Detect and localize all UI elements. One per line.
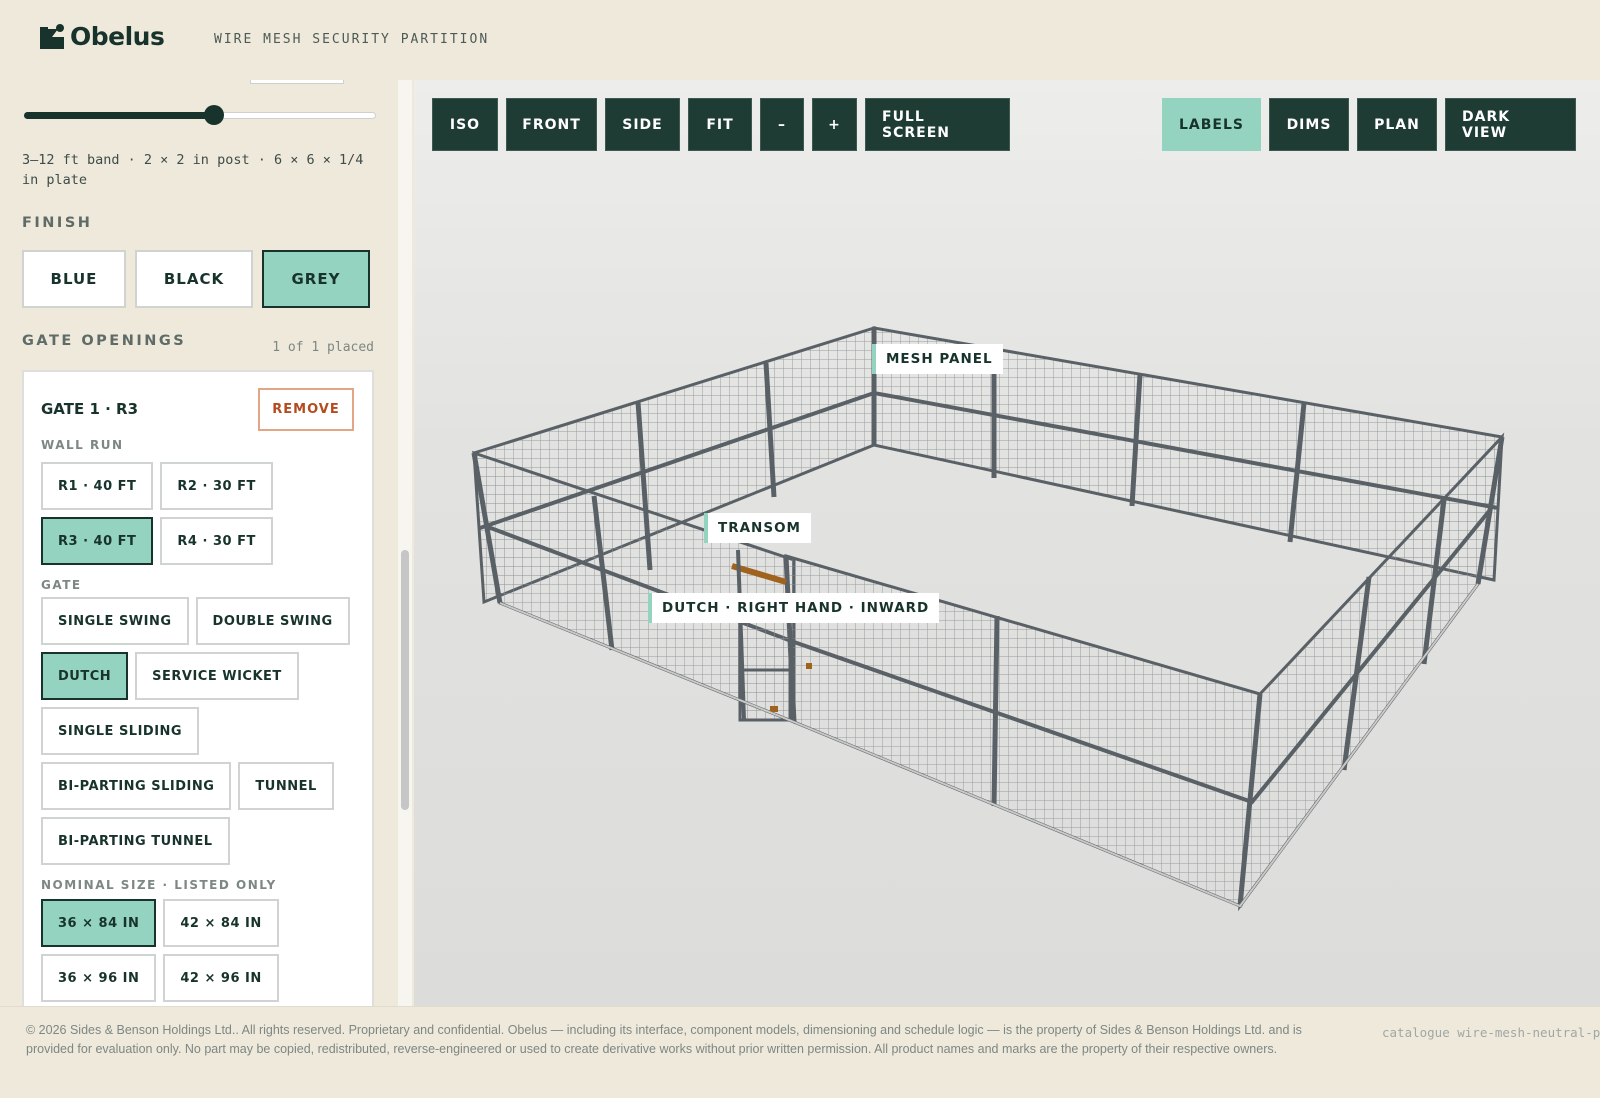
size-42x84-button[interactable]: 42 × 84 IN [163, 899, 279, 947]
gate-service-wicket-button[interactable]: SERVICE WICKET [135, 652, 299, 700]
gate-dutch-button[interactable]: DUTCH [41, 652, 129, 700]
wall-run-row-2: R3 · 40 FT R4 · 30 FT [41, 517, 273, 565]
gate-tunnel-button[interactable]: TUNNEL [238, 762, 334, 810]
sidebar-scrollbar-track[interactable] [398, 80, 412, 1006]
gate-double-swing-button[interactable]: DOUBLE SWING [195, 597, 350, 645]
gate-type-row-4: BI-PARTING SLIDING TUNNEL [41, 762, 334, 810]
gate-card: GATE 1 · R3 REMOVE WALL RUN R1 · 40 FT R… [22, 370, 374, 1006]
plan-toggle[interactable]: PLAN [1357, 98, 1437, 151]
size-36x84-button[interactable]: 36 × 84 IN [41, 899, 157, 947]
size-row-2: 36 × 96 IN 42 × 96 IN [41, 954, 279, 1002]
finish-black-button[interactable]: BLACK [135, 250, 253, 308]
full-screen-button[interactable]: FULL SCREEN [865, 98, 1010, 151]
wall-run-r3-button[interactable]: R3 · 40 FT [41, 517, 154, 565]
gate-type-label: GATE [41, 578, 82, 592]
view-toolbar-left: ISO FRONT SIDE FIT – + FULL SCREEN [432, 98, 1010, 151]
size-row-1: 36 × 84 IN 42 × 84 IN [41, 899, 279, 947]
finish-title: FINISH [22, 215, 93, 231]
footer: © 2026 Sides & Benson Holdings Ltd.. All… [0, 1006, 1600, 1098]
front-view-button[interactable]: FRONT [506, 98, 597, 151]
zoom-out-button[interactable]: – [760, 98, 804, 151]
gate-openings-title: GATE OPENINGS [22, 333, 187, 349]
gate-title: GATE 1 · R3 [41, 400, 139, 418]
wall-run-r1-button[interactable]: R1 · 40 FT [41, 462, 154, 510]
3d-viewport[interactable]: MESH PANEL TRANSOM DUTCH · RIGHT HAND · … [414, 80, 1600, 1006]
transom-label[interactable]: TRANSOM [704, 513, 811, 543]
remove-gate-button[interactable]: REMOVE [258, 388, 354, 431]
size-36x96-button[interactable]: 36 × 96 IN [41, 954, 157, 1002]
wall-run-r2-button[interactable]: R2 · 30 FT [160, 462, 273, 510]
iso-view-button[interactable]: ISO [432, 98, 498, 151]
size-42x96-button[interactable]: 42 × 96 IN [163, 954, 279, 1002]
partition-3d-model[interactable] [414, 80, 1600, 1006]
dark-view-toggle[interactable]: DARK VIEW [1445, 98, 1576, 151]
view-toolbar-right: LABELS DIMS PLAN DARK VIEW [1162, 98, 1576, 151]
gate-type-row-2: DUTCH SERVICE WICKET [41, 652, 299, 700]
mesh-panel-label[interactable]: MESH PANEL [872, 344, 1003, 374]
zoom-in-button[interactable]: + [812, 98, 857, 151]
app-header: Obelus WIRE MESH SECURITY PARTITION [0, 0, 1600, 80]
input-stub[interactable] [250, 80, 344, 84]
finish-options: BLUE BLACK GREY [22, 250, 370, 308]
product-subtitle: WIRE MESH SECURITY PARTITION [214, 32, 490, 47]
gate-type-row-3: SINGLE SLIDING [41, 707, 200, 755]
configuration-sidebar: 3–12 ft band · 2 × 2 in post · 6 × 6 × 1… [0, 80, 398, 1006]
nominal-size-label: NOMINAL SIZE · LISTED ONLY [41, 878, 277, 892]
wall-run-label: WALL RUN [41, 438, 124, 452]
logo[interactable]: Obelus [38, 22, 165, 51]
side-view-button[interactable]: SIDE [605, 98, 680, 151]
height-slider[interactable] [24, 105, 376, 125]
gate-bi-parting-tunnel-button[interactable]: BI-PARTING TUNNEL [41, 817, 230, 865]
catalogue-code: catalogue wire-mesh-neutral-p [1382, 1025, 1600, 1040]
gate-type-row-5: BI-PARTING TUNNEL [41, 817, 230, 865]
labels-toggle[interactable]: LABELS [1162, 98, 1261, 151]
finish-grey-button[interactable]: GREY [262, 250, 370, 308]
wall-run-row-1: R1 · 40 FT R2 · 30 FT [41, 462, 273, 510]
gate-single-sliding-button[interactable]: SINGLE SLIDING [41, 707, 200, 755]
sidebar-scrollbar-thumb[interactable] [401, 550, 409, 810]
fit-view-button[interactable]: FIT [688, 98, 752, 151]
slider-fill [24, 112, 215, 119]
wall-run-r4-button[interactable]: R4 · 30 FT [160, 517, 273, 565]
gate-bi-parting-sliding-button[interactable]: BI-PARTING SLIDING [41, 762, 232, 810]
dims-toggle[interactable]: DIMS [1269, 98, 1349, 151]
app-name: Obelus [70, 22, 165, 51]
gate-single-swing-button[interactable]: SINGLE SWING [41, 597, 189, 645]
gate-type-row-1: SINGLE SWING DOUBLE SWING [41, 597, 350, 645]
slider-thumb[interactable] [204, 105, 225, 125]
legal-notice: © 2026 Sides & Benson Holdings Ltd.. All… [26, 1023, 1302, 1056]
gate-label[interactable]: DUTCH · RIGHT HAND · INWARD [648, 593, 940, 623]
spec-text: 3–12 ft band · 2 × 2 in post · 6 × 6 × 1… [22, 152, 364, 188]
obelus-logo-icon [40, 23, 64, 49]
finish-blue-button[interactable]: BLUE [22, 250, 126, 308]
gate-count: 1 of 1 placed [272, 340, 374, 355]
